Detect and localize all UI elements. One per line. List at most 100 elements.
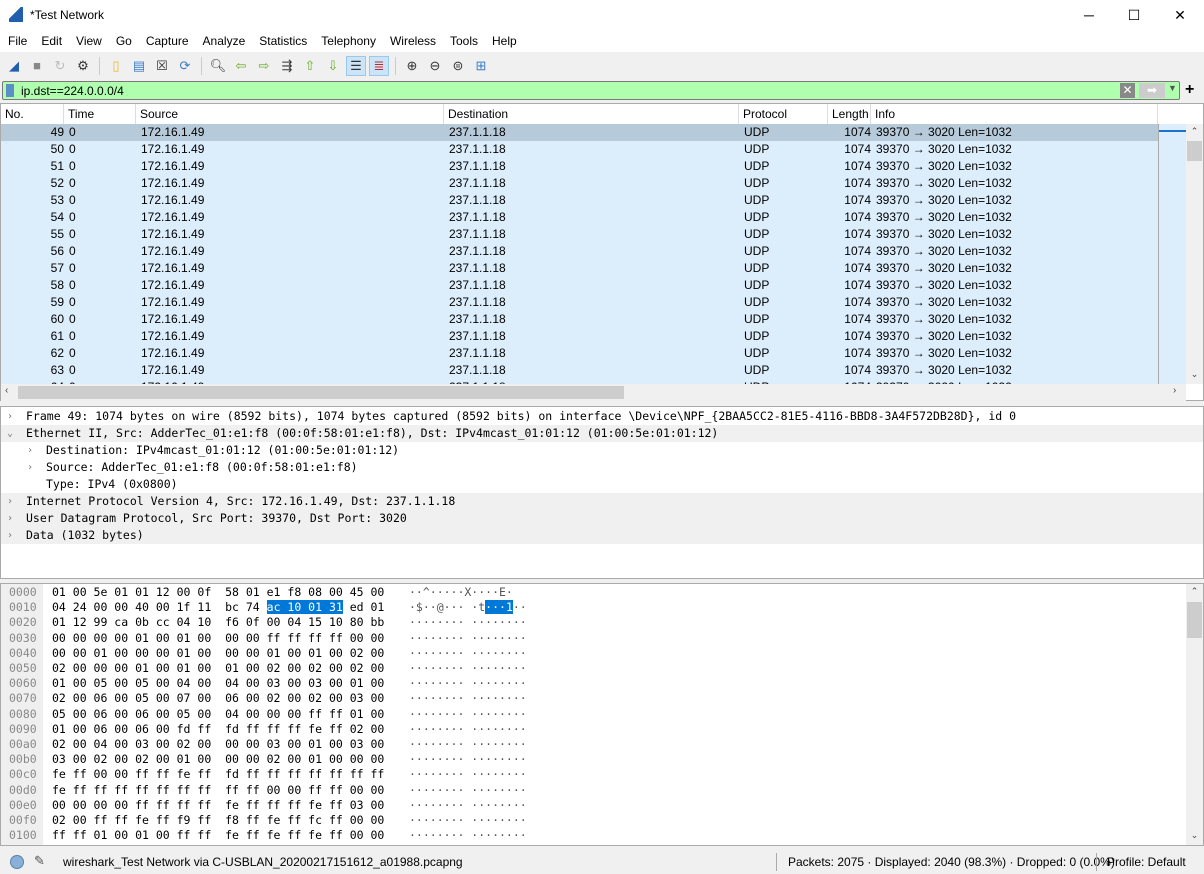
options-gear-icon[interactable]: ⚙ <box>73 56 93 76</box>
menu-edit[interactable]: Edit <box>33 30 68 52</box>
hex-bytes[interactable]: 00 00 01 00 00 00 01 00 00 00 01 00 01 0… <box>52 646 384 661</box>
ascii-bytes[interactable]: ········ ········ <box>409 646 527 661</box>
ascii-bytes[interactable]: ········ ········ <box>409 783 527 798</box>
packet-row[interactable]: 50 0 172.16.1.49 237.1.1.18 UDP 1074 39370 → 3… <box>1 141 1158 158</box>
column-header-no[interactable]: No. <box>1 104 64 124</box>
ascii-bytes[interactable]: ········ ········ <box>409 798 527 813</box>
bookmark-icon[interactable] <box>6 84 14 97</box>
open-file-icon[interactable]: ▯ <box>106 56 126 76</box>
hex-bytes[interactable]: 02 00 ff ff fe ff f9 ff f8 ff fe ff fc f… <box>52 813 384 828</box>
packet-row[interactable]: 62 0 172.16.1.49 237.1.1.18 UDP 1074 39370 → 3… <box>1 345 1158 362</box>
detail-tree-item[interactable]: › Internet Protocol Version 4, Src: 172.1… <box>1 493 1203 510</box>
menu-tools[interactable]: Tools <box>442 30 484 52</box>
ascii-bytes[interactable]: ········ ········ <box>409 722 527 737</box>
hex-bytes[interactable]: 04 24 00 00 40 00 1f 11 bc 74 ac 10 01 3… <box>52 600 384 615</box>
packet-row[interactable]: 52 0 172.16.1.49 237.1.1.18 UDP 1074 39370 → 3… <box>1 175 1158 192</box>
ascii-bytes[interactable]: ········ ········ <box>409 676 527 691</box>
menu-telephony[interactable]: Telephony <box>313 30 382 52</box>
go-to-packet-icon[interactable]: ⇶ <box>277 56 297 76</box>
column-header-time[interactable]: Time <box>64 104 136 124</box>
packet-minimap[interactable] <box>1158 124 1187 384</box>
resize-columns-icon[interactable]: ⊞ <box>471 56 491 76</box>
shark-fin-start-icon[interactable]: ◢ <box>4 56 24 76</box>
packet-row[interactable]: 61 0 172.16.1.49 237.1.1.18 UDP 1074 39370 → 3… <box>1 328 1158 345</box>
packet-row[interactable]: 56 0 172.16.1.49 237.1.1.18 UDP 1074 39370 → 3… <box>1 243 1158 260</box>
close-button[interactable]: ✕ <box>1157 0 1203 30</box>
column-header-destination[interactable]: Destination <box>444 104 739 124</box>
restart-icon[interactable]: ↻ <box>50 56 70 76</box>
detail-tree-item[interactable]: › Source: AdderTec_01:e1:f8 (00:0f:58:01:… <box>1 459 1203 476</box>
packet-row[interactable]: 57 0 172.16.1.49 237.1.1.18 UDP 1074 39370 → 3… <box>1 260 1158 277</box>
expand-arrow-icon[interactable]: › <box>7 493 13 510</box>
zoom-in-icon[interactable]: ⊕ <box>402 56 422 76</box>
ascii-bytes[interactable]: ········ ········ <box>409 707 527 722</box>
menu-wireless[interactable]: Wireless <box>382 30 442 52</box>
forward-icon[interactable]: ⇨ <box>254 56 274 76</box>
hex-bytes[interactable]: 02 00 06 00 05 00 07 00 06 00 02 00 02 0… <box>52 691 384 706</box>
detail-tree-item[interactable]: › User Datagram Protocol, Src Port: 39370… <box>1 510 1203 527</box>
find-icon[interactable]: 🔍︎ <box>208 56 228 76</box>
hex-bytes[interactable]: 02 00 04 00 03 00 02 00 00 00 03 00 01 0… <box>52 737 384 752</box>
first-packet-icon[interactable]: ⇧ <box>300 56 320 76</box>
detail-tree-item[interactable]: Type: IPv4 (0x0800) <box>1 476 1203 493</box>
menu-view[interactable]: View <box>68 30 108 52</box>
hex-bytes[interactable]: fe ff 00 00 ff ff fe ff fd ff ff ff ff f… <box>52 767 384 782</box>
menu-capture[interactable]: Capture <box>138 30 195 52</box>
normal-size-icon[interactable]: ⊜ <box>448 56 468 76</box>
hex-bytes[interactable]: 01 00 06 00 06 00 fd ff fd ff ff ff fe f… <box>52 722 384 737</box>
packet-row[interactable]: 60 0 172.16.1.49 237.1.1.18 UDP 1074 39370 → 3… <box>1 311 1158 328</box>
hex-bytes[interactable]: ff ff 01 00 01 00 ff ff fe ff fe ff fe f… <box>52 828 384 843</box>
hex-bytes[interactable]: 03 00 02 00 02 00 01 00 00 00 02 00 01 0… <box>52 752 384 767</box>
ascii-bytes[interactable]: ········ ········ <box>409 752 527 767</box>
ascii-bytes[interactable]: ········ ········ <box>409 737 527 752</box>
packet-list-horizontal-scrollbar[interactable]: ‹ › <box>1 384 1186 401</box>
ascii-bytes[interactable]: ········ ········ <box>409 813 527 828</box>
packet-row[interactable]: 54 0 172.16.1.49 237.1.1.18 UDP 1074 39370 → 3… <box>1 209 1158 226</box>
menu-analyze[interactable]: Analyze <box>195 30 252 52</box>
column-header-length[interactable]: Length <box>828 104 871 124</box>
packet-list-vertical-scrollbar[interactable]: ⌃ ⌄ <box>1186 124 1203 384</box>
reload-icon[interactable]: ⟳ <box>175 56 195 76</box>
detail-tree-item[interactable]: › Frame 49: 1074 bytes on wire (8592 bits… <box>1 408 1203 425</box>
hex-bytes[interactable]: 01 00 5e 01 01 12 00 0f 58 01 e1 f8 08 0… <box>52 585 384 600</box>
menu-file[interactable]: File <box>0 30 33 52</box>
hex-bytes[interactable]: 01 12 99 ca 0b cc 04 10 f6 0f 00 04 15 1… <box>52 615 384 630</box>
ascii-bytes[interactable]: ········ ········ <box>409 615 527 630</box>
clear-filter-icon[interactable]: ✕ <box>1120 83 1135 98</box>
last-packet-icon[interactable]: ⇩ <box>323 56 343 76</box>
minimize-button[interactable]: ─ <box>1066 0 1112 30</box>
menu-go[interactable]: Go <box>108 30 138 52</box>
column-header-source[interactable]: Source <box>136 104 444 124</box>
packet-row[interactable]: 49 0 172.16.1.49 237.1.1.18 UDP 1074 39370 → 3… <box>1 124 1158 141</box>
capture-comment-icon[interactable]: ✎ <box>34 853 45 869</box>
bytes-vertical-scrollbar[interactable]: ⌃ ⌄ <box>1186 584 1203 845</box>
detail-tree-item[interactable]: › Destination: IPv4mcast_01:01:12 (01:00:… <box>1 442 1203 459</box>
hex-bytes[interactable]: fe ff ff ff ff ff ff ff ff ff 00 00 ff f… <box>52 783 384 798</box>
ascii-bytes[interactable]: ········ ········ <box>409 828 527 843</box>
detail-tree-item[interactable]: › Data (1032 bytes) <box>1 527 1203 544</box>
hex-bytes[interactable]: 01 00 05 00 05 00 04 00 04 00 03 00 03 0… <box>52 676 384 691</box>
hex-bytes[interactable]: 02 00 00 00 01 00 01 00 01 00 02 00 02 0… <box>52 661 384 676</box>
hex-bytes[interactable]: 05 00 06 00 06 00 05 00 04 00 00 00 ff f… <box>52 707 384 722</box>
display-filter-input[interactable]: ip.dst==224.0.0.0/4 <box>21 84 124 98</box>
menu-statistics[interactable]: Statistics <box>251 30 313 52</box>
maximize-button[interactable]: ☐ <box>1111 0 1157 30</box>
expand-arrow-icon[interactable]: › <box>7 510 13 527</box>
zoom-out-icon[interactable]: ⊖ <box>425 56 445 76</box>
stop-icon[interactable]: ■ <box>27 56 47 76</box>
colorize-icon[interactable]: ≣ <box>369 55 389 76</box>
close-file-icon[interactable]: ☒ <box>152 56 172 76</box>
expand-arrow-icon[interactable]: › <box>27 459 33 476</box>
apply-filter-arrow-icon[interactable]: ➡ <box>1139 83 1165 98</box>
packet-row[interactable]: 51 0 172.16.1.49 237.1.1.18 UDP 1074 39370 → 3… <box>1 158 1158 175</box>
ascii-bytes[interactable]: ··^·····X····E· <box>409 585 513 600</box>
column-header-protocol[interactable]: Protocol <box>739 104 828 124</box>
add-filter-button[interactable]: + <box>1185 81 1194 99</box>
expert-info-icon[interactable] <box>10 855 24 869</box>
column-header-info[interactable]: Info <box>871 104 1158 124</box>
packet-row[interactable]: 55 0 172.16.1.49 237.1.1.18 UDP 1074 39370 → 3… <box>1 226 1158 243</box>
menu-help[interactable]: Help <box>484 30 523 52</box>
ascii-bytes[interactable]: ········ ········ <box>409 631 527 646</box>
packet-row[interactable]: 53 0 172.16.1.49 237.1.1.18 UDP 1074 39370 → 3… <box>1 192 1158 209</box>
ascii-bytes[interactable]: ········ ········ <box>409 767 527 782</box>
